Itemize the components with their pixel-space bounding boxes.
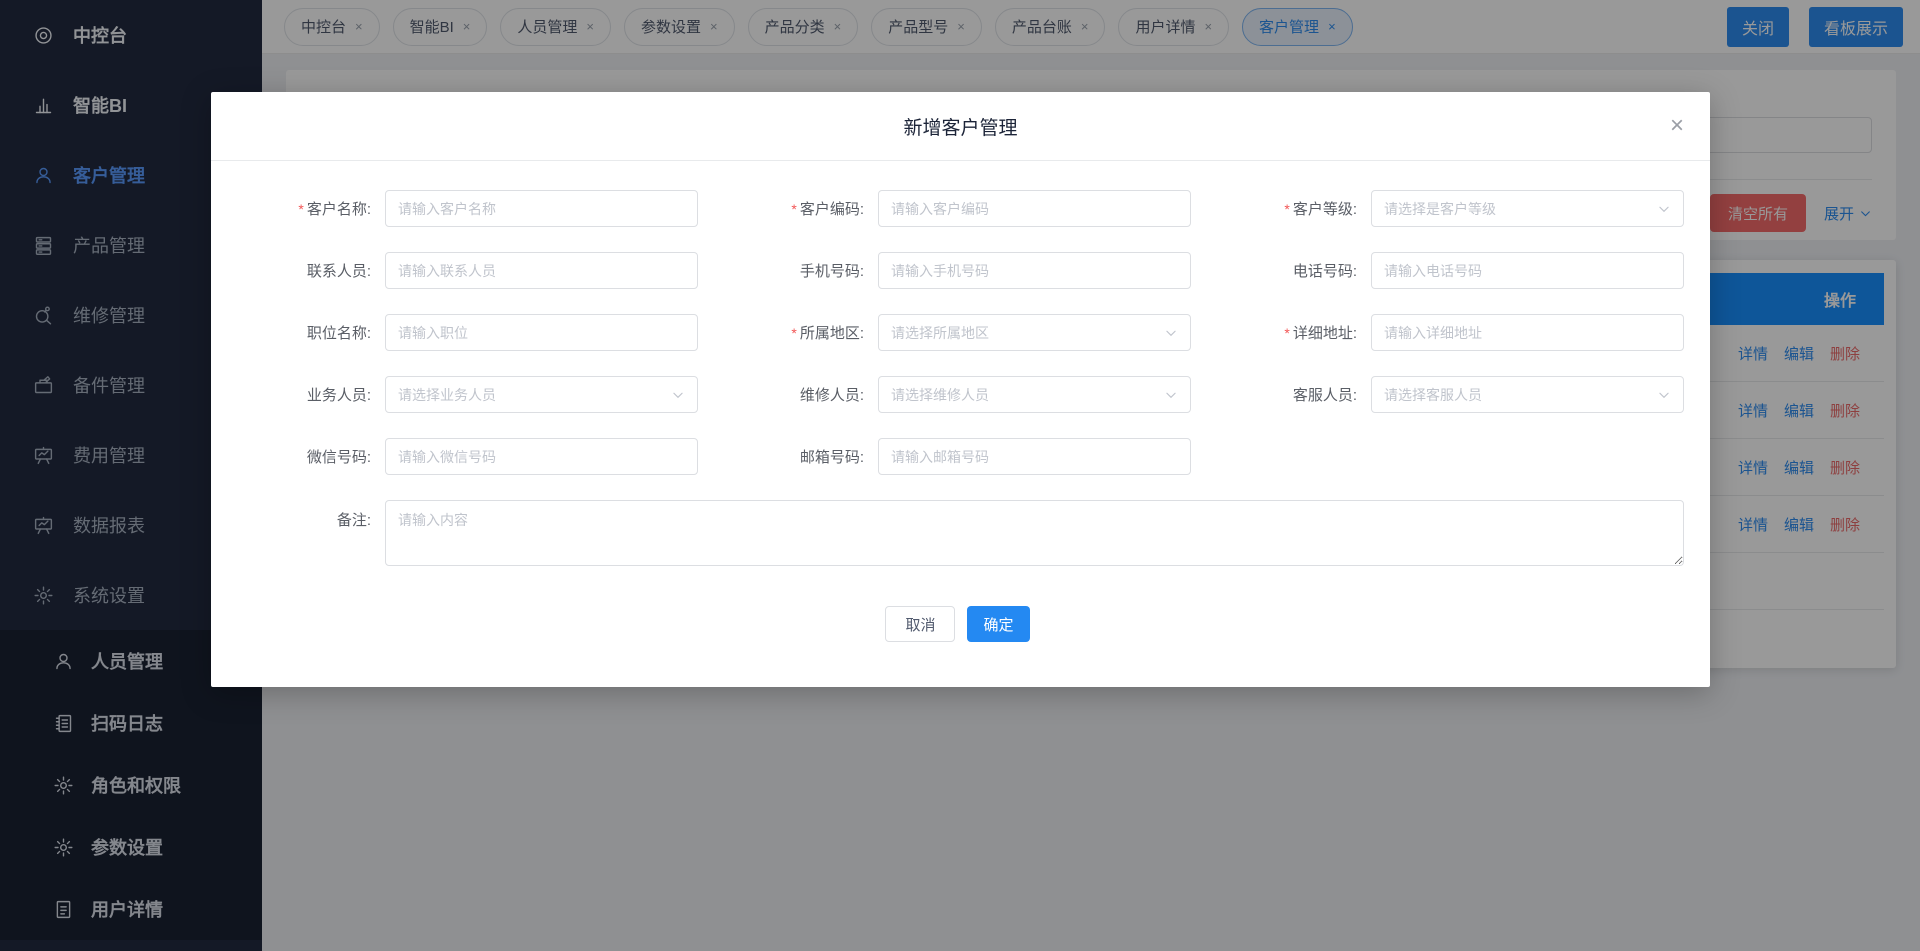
required-star-icon: * [791,325,796,341]
chevron-down-icon [1657,202,1671,216]
required-star-icon: * [791,201,796,217]
contact-person-field: 联系人员: [231,252,698,289]
customer-level-control: 请选择是客户等级 [1371,190,1684,227]
customer-code-control [878,190,1191,227]
select-placeholder: 请选择维修人员 [891,385,989,405]
region-control: 请选择所属地区 [878,314,1191,351]
detail-address-label: *详细地址: [1217,322,1357,343]
email-number-input[interactable] [878,438,1191,475]
service-person-field: 客服人员: 请选择客服人员 [1217,376,1684,413]
required-star-icon: * [298,201,303,217]
customer-level-label: *客户等级: [1217,198,1357,219]
contact-person-label: 联系人员: [231,260,371,281]
add-customer-modal: 新增客户管理 × *客户名称: *客户编码: *客户等级: 请选择是客户等级联系人员:… [211,92,1710,687]
customer-level-select[interactable]: 请选择是客户等级 [1371,190,1684,227]
chevron-down-icon [1657,388,1671,402]
customer-name-label: *客户名称: [231,198,371,219]
select-placeholder: 请选择业务人员 [398,385,496,405]
wechat-number-control [385,438,698,475]
phone-number-field: 电话号码: [1217,252,1684,289]
repair-person-label: 维修人员: [724,384,864,405]
sales-person-control: 请选择业务人员 [385,376,698,413]
customer-name-input[interactable] [385,190,698,227]
mobile-number-label: 手机号码: [724,260,864,281]
detail-address-control [1371,314,1684,351]
repair-person-control: 请选择维修人员 [878,376,1191,413]
remark-row: 备注: [231,500,1684,566]
email-number-field: 邮箱号码: [724,438,1191,475]
chevron-down-icon [1164,388,1178,402]
job-title-control [385,314,698,351]
detail-address-field: *详细地址: [1217,314,1684,351]
job-title-input[interactable] [385,314,698,351]
select-placeholder: 请选择是客户等级 [1384,199,1496,219]
select-placeholder: 请选择客服人员 [1384,385,1482,405]
modal-header: 新增客户管理 × [211,92,1710,161]
phone-number-label: 电话号码: [1217,260,1357,281]
region-label: *所属地区: [724,322,864,343]
customer-level-field: *客户等级: 请选择是客户等级 [1217,190,1684,227]
mobile-number-field: 手机号码: [724,252,1191,289]
job-title-field: 职位名称: [231,314,698,351]
required-star-icon: * [1284,201,1289,217]
region-field: *所属地区: 请选择所属地区 [724,314,1191,351]
customer-code-input[interactable] [878,190,1191,227]
wechat-number-field: 微信号码: [231,438,698,475]
customer-code-field: *客户编码: [724,190,1191,227]
repair-person-select[interactable]: 请选择维修人员 [878,376,1191,413]
job-title-label: 职位名称: [231,322,371,343]
phone-number-control [1371,252,1684,289]
cancel-button[interactable]: 取消 [885,606,955,642]
chevron-down-icon [671,388,685,402]
detail-address-input[interactable] [1371,314,1684,351]
service-person-control: 请选择客服人员 [1371,376,1684,413]
select-placeholder: 请选择所属地区 [891,323,989,343]
service-person-select[interactable]: 请选择客服人员 [1371,376,1684,413]
customer-code-label: *客户编码: [724,198,864,219]
app-root: 中控台智能BI客户管理产品管理维修管理备件管理费用管理数据报表系统设置 人员管理… [0,0,1920,951]
email-number-label: 邮箱号码: [724,446,864,467]
mobile-number-input[interactable] [878,252,1191,289]
remark-textarea[interactable] [385,500,1684,566]
contact-person-control [385,252,698,289]
modal-form: *客户名称: *客户编码: *客户等级: 请选择是客户等级联系人员: 手机号码: 电话号码… [231,190,1684,475]
sales-person-select[interactable]: 请选择业务人员 [385,376,698,413]
repair-person-field: 维修人员: 请选择维修人员 [724,376,1191,413]
close-icon[interactable]: × [1670,114,1684,138]
email-number-control [878,438,1191,475]
modal-title: 新增客户管理 [903,113,1017,140]
contact-person-input[interactable] [385,252,698,289]
service-person-label: 客服人员: [1217,384,1357,405]
customer-name-control [385,190,698,227]
chevron-down-icon [1164,326,1178,340]
modal-footer: 取消 确定 [231,606,1684,642]
remark-label: 备注: [231,500,371,566]
required-star-icon: * [1284,325,1289,341]
mobile-number-control [878,252,1191,289]
customer-name-field: *客户名称: [231,190,698,227]
wechat-number-input[interactable] [385,438,698,475]
modal-body: *客户名称: *客户编码: *客户等级: 请选择是客户等级联系人员: 手机号码: 电话号码… [211,161,1710,642]
confirm-button[interactable]: 确定 [967,606,1029,642]
sales-person-label: 业务人员: [231,384,371,405]
region-select[interactable]: 请选择所属地区 [878,314,1191,351]
wechat-number-label: 微信号码: [231,446,371,467]
sales-person-field: 业务人员: 请选择业务人员 [231,376,698,413]
phone-number-input[interactable] [1371,252,1684,289]
